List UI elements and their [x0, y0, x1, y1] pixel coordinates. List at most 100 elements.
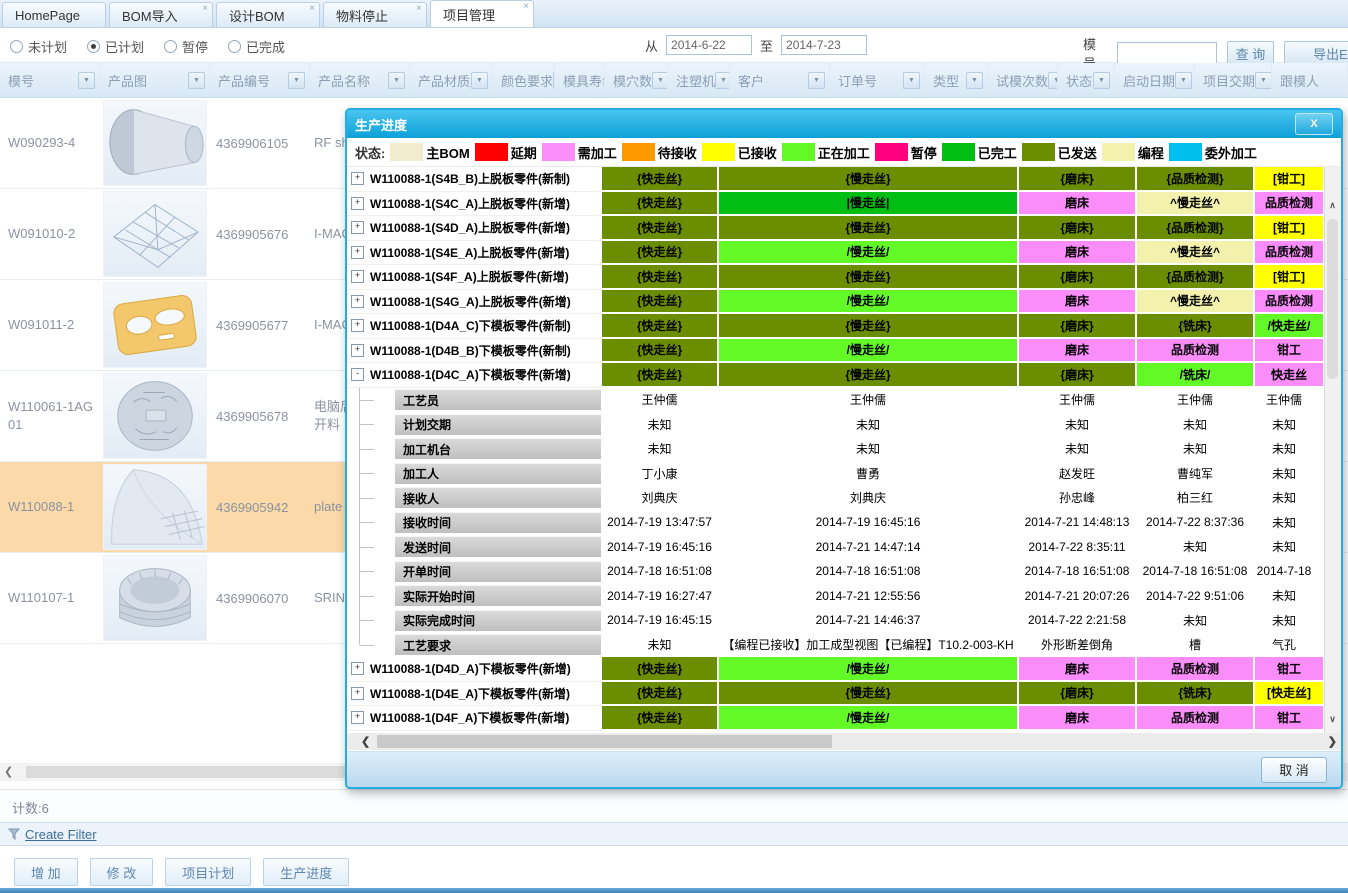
column-header-cavity-count[interactable]: 模穴数	[605, 63, 668, 97]
stage-cell[interactable]: {快走丝}	[602, 682, 719, 707]
filter-dropdown-icon[interactable]	[288, 72, 305, 89]
dialog-horizontal-scrollbar[interactable]	[347, 733, 1341, 750]
stage-cell[interactable]: {慢走丝}	[719, 167, 1019, 192]
expand-icon[interactable]: +	[351, 344, 364, 357]
stage-cell[interactable]: ^慢走丝^	[1137, 192, 1255, 217]
stage-cell[interactable]: {品质检测}	[1137, 216, 1255, 241]
column-header-start-date[interactable]: 启动日期	[1115, 63, 1195, 97]
project-plan-button[interactable]: 项目计划	[165, 858, 251, 886]
close-icon[interactable]	[309, 4, 315, 14]
column-header-project-due[interactable]: 项目交期	[1195, 63, 1272, 97]
stage-cell[interactable]: {快走丝}	[602, 265, 719, 290]
stage-cell[interactable]: {慢走丝}	[719, 682, 1019, 707]
tab-project-management[interactable]: 项目管理	[430, 0, 534, 27]
radio-unplanned[interactable]: 未计划	[10, 37, 67, 56]
stage-cell[interactable]: {快走丝}	[602, 339, 719, 364]
filter-dropdown-icon[interactable]	[188, 72, 205, 89]
column-header-follower[interactable]: 跟模人	[1272, 63, 1348, 97]
stage-cell[interactable]: {磨床}	[1019, 314, 1137, 339]
part-row[interactable]: +W110088-1(S4E_A)上脱板零件(新增) {快走丝} /慢走丝/ 磨…	[347, 241, 1325, 266]
column-header-material[interactable]: 产品材质	[410, 63, 493, 97]
stage-cell[interactable]: [钳工]	[1255, 265, 1325, 290]
filter-dropdown-icon[interactable]	[1255, 72, 1272, 89]
radio-icon[interactable]	[164, 40, 177, 53]
stage-cell[interactable]: [快走丝]	[1255, 682, 1325, 707]
stage-cell[interactable]: 品质检测	[1255, 192, 1325, 217]
stage-cell[interactable]: {快走丝}	[602, 314, 719, 339]
expand-icon[interactable]: +	[351, 246, 364, 259]
modify-button[interactable]: 修 改	[90, 858, 154, 886]
stage-cell[interactable]: 钳工	[1255, 657, 1325, 682]
stage-cell[interactable]: /慢走丝/	[719, 657, 1019, 682]
production-progress-button[interactable]: 生产进度	[263, 858, 349, 886]
stage-cell[interactable]: 品质检测	[1255, 241, 1325, 266]
filter-dropdown-icon[interactable]	[1175, 72, 1192, 89]
close-icon[interactable]	[416, 4, 422, 14]
column-header-status[interactable]: 状态	[1058, 63, 1115, 97]
part-row-expanded[interactable]: -W110088-1(D4C_A)下模板零件(新增) {快走丝} {慢走丝} {…	[347, 363, 1325, 388]
stage-cell[interactable]: {品质检测}	[1137, 265, 1255, 290]
stage-cell[interactable]: 品质检测	[1137, 657, 1255, 682]
stage-cell[interactable]: {磨床}	[1019, 363, 1137, 388]
filter-dropdown-icon[interactable]	[966, 72, 983, 89]
stage-cell[interactable]: /慢走丝/	[719, 241, 1019, 266]
part-row[interactable]: +W110088-1(S4F_A)上脱板零件(新增) {快走丝} {慢走丝} {…	[347, 265, 1325, 290]
part-row[interactable]: +W110088-1(S4C_A)上脱板零件(新增) {快走丝} |慢走丝| 磨…	[347, 192, 1325, 217]
part-row[interactable]: +W110088-1(D4A_C)下模板零件(新制) {快走丝} {慢走丝} {…	[347, 314, 1325, 339]
stage-cell[interactable]: {慢走丝}	[719, 363, 1019, 388]
expand-icon[interactable]: +	[351, 197, 364, 210]
part-row[interactable]: +W110088-1(S4G_A)上脱板零件(新增) {快走丝} /慢走丝/ 磨…	[347, 290, 1325, 315]
collapse-icon[interactable]: -	[351, 368, 364, 381]
filter-dropdown-icon[interactable]	[1048, 72, 1058, 89]
filter-dropdown-icon[interactable]	[715, 72, 730, 89]
filter-dropdown-icon[interactable]	[1093, 72, 1110, 89]
radio-selected-icon[interactable]	[87, 40, 100, 53]
stage-cell[interactable]: {慢走丝}	[719, 314, 1019, 339]
stage-cell[interactable]: /慢走丝/	[719, 290, 1019, 315]
stage-cell[interactable]: {磨床}	[1019, 682, 1137, 707]
date-from-input[interactable]	[666, 35, 752, 55]
close-icon[interactable]	[202, 4, 208, 14]
filter-dropdown-icon[interactable]	[388, 72, 405, 89]
stage-cell[interactable]: {快走丝}	[602, 657, 719, 682]
stage-cell[interactable]: {磨床}	[1019, 265, 1137, 290]
part-row[interactable]: +W110088-1(D4E_A)下模板零件(新增) {快走丝} {慢走丝} {…	[347, 682, 1325, 707]
scroll-left-icon[interactable]	[361, 735, 370, 748]
stage-cell[interactable]: [钳工]	[1255, 167, 1325, 192]
expand-icon[interactable]: +	[351, 662, 364, 675]
stage-cell[interactable]: /铣床/	[1137, 363, 1255, 388]
stage-cell[interactable]: /快走丝/	[1255, 314, 1325, 339]
cancel-button[interactable]: 取 消	[1261, 757, 1327, 783]
expand-icon[interactable]: +	[351, 711, 364, 724]
part-row[interactable]: +W110088-1(S4D_A)上脱板零件(新增) {快走丝} {慢走丝} {…	[347, 216, 1325, 241]
filter-dropdown-icon[interactable]	[903, 72, 920, 89]
column-header-mold-no[interactable]: 模号	[0, 63, 100, 97]
expand-icon[interactable]: +	[351, 319, 364, 332]
stage-cell[interactable]: {慢走丝}	[719, 265, 1019, 290]
stage-cell[interactable]: {快走丝}	[602, 216, 719, 241]
tab-bom-import[interactable]: BOM导入	[109, 2, 213, 27]
tab-design-bom[interactable]: 设计BOM	[216, 2, 320, 27]
stage-cell[interactable]: {慢走丝}	[719, 216, 1019, 241]
add-button[interactable]: 增 加	[14, 858, 78, 886]
export-excel-button[interactable]: 导出Excel	[1284, 41, 1348, 65]
column-header-trial-count[interactable]: 试模次数	[988, 63, 1058, 97]
radio-paused[interactable]: 暂停	[164, 37, 208, 56]
expand-icon[interactable]: +	[351, 172, 364, 185]
part-row[interactable]: +W110088-1(S4B_B)上脱板零件(新制) {快走丝} {慢走丝} {…	[347, 167, 1325, 192]
stage-cell[interactable]: 磨床	[1019, 290, 1137, 315]
stage-cell[interactable]: {快走丝}	[602, 363, 719, 388]
stage-cell[interactable]: {铣床}	[1137, 314, 1255, 339]
expand-icon[interactable]: +	[351, 221, 364, 234]
stage-cell[interactable]: 磨床	[1019, 706, 1137, 731]
tab-homepage[interactable]: HomePage	[2, 2, 106, 27]
scroll-up-icon[interactable]	[1325, 197, 1340, 213]
stage-cell[interactable]: [钳工]	[1255, 216, 1325, 241]
expand-icon[interactable]: +	[351, 295, 364, 308]
part-row[interactable]: +W110088-1(D4B_B)下模板零件(新制) {快走丝} /慢走丝/ 磨…	[347, 339, 1325, 364]
scrollbar-thumb[interactable]	[377, 735, 832, 748]
stage-cell[interactable]: |慢走丝|	[719, 192, 1019, 217]
scroll-right-icon[interactable]	[1328, 735, 1337, 748]
column-header-customer[interactable]: 客户	[730, 63, 830, 97]
close-icon[interactable]: X	[1295, 113, 1333, 135]
